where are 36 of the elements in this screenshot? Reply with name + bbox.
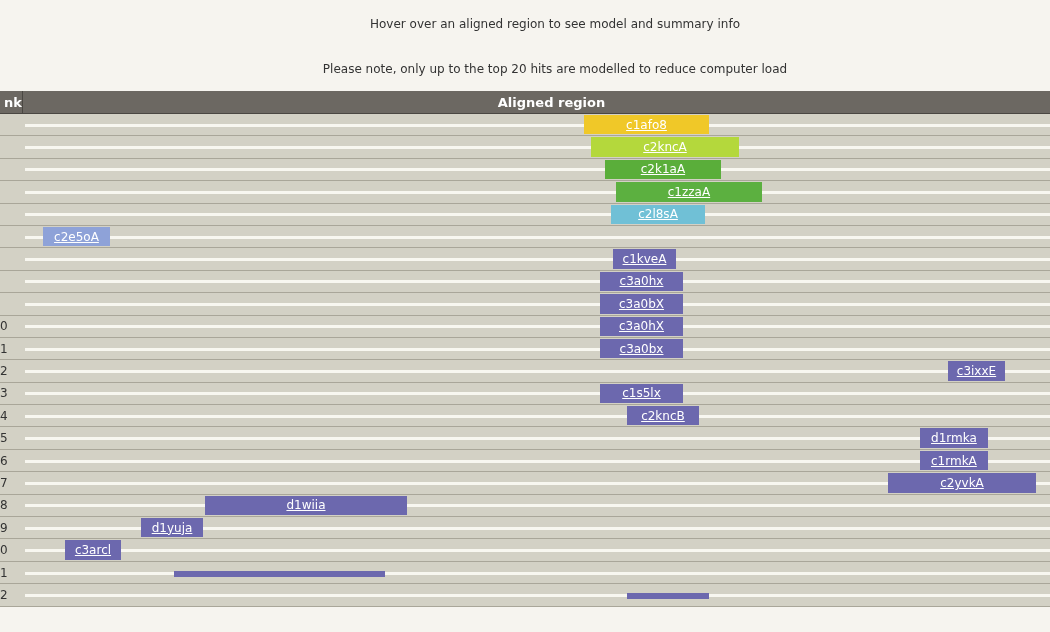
aligned-region-bar[interactable]: c2kncB (626, 406, 699, 426)
rank-number: 2 (0, 364, 8, 378)
aligned-region-bar[interactable]: c2yvkA (888, 473, 1036, 493)
aligned-region-bar[interactable]: c3a0bX (600, 294, 683, 314)
rank-number: 5 (0, 431, 8, 446)
rank-number: 0 (0, 319, 8, 334)
rank-number: 7 (0, 475, 8, 490)
aligned-region-bar[interactable]: c2k1aA (604, 159, 721, 180)
rank-number: 6 (0, 453, 8, 468)
rank-number: 2 (0, 587, 8, 602)
column-header: Aligned region (496, 93, 607, 112)
aligned-region-bar[interactable] (174, 570, 386, 577)
info-note: Please note, only up to the top 20 hits are modelled to reduce computer load (321, 61, 788, 76)
aligned-region-bar[interactable]: c1kveA (613, 249, 676, 269)
aligned-region-bar[interactable]: c3a0hx (600, 271, 683, 292)
aligned-region-bar[interactable]: c3a0bx (600, 338, 683, 359)
rank-number: 8 (0, 498, 8, 513)
aligned-region-bar[interactable]: d1rmka (919, 428, 988, 448)
rank-number: 4 (0, 408, 8, 423)
aligned-region-bar[interactable]: c1s5lx (600, 383, 683, 404)
aligned-region-bar[interactable]: d1wiia (204, 495, 407, 516)
aligned-region-bar[interactable]: c3ixxE (948, 361, 1005, 381)
rank-number: 1 (0, 565, 8, 580)
aligned-region-bar[interactable]: c3a0hX (600, 316, 683, 336)
info-note: Hover over an aligned region to see model and summary info (369, 17, 740, 32)
aligned-region-bar[interactable]: c3arcl (64, 540, 121, 560)
rank-number: 0 (0, 543, 8, 558)
aligned-region-bar[interactable]: d1yuja (141, 518, 203, 538)
aligned-region-bar[interactable]: c2e5oA (42, 226, 110, 247)
rank-number: 1 (0, 341, 8, 356)
rank-number: 9 (0, 520, 8, 535)
aligned-region-bar[interactable]: c1rmkA (919, 450, 988, 471)
aligned-region-bar[interactable]: c1zzaA (615, 182, 762, 202)
aligned-region-bar[interactable] (626, 592, 709, 599)
column-header: nk (0, 91, 23, 113)
rank-number: 3 (0, 386, 8, 401)
